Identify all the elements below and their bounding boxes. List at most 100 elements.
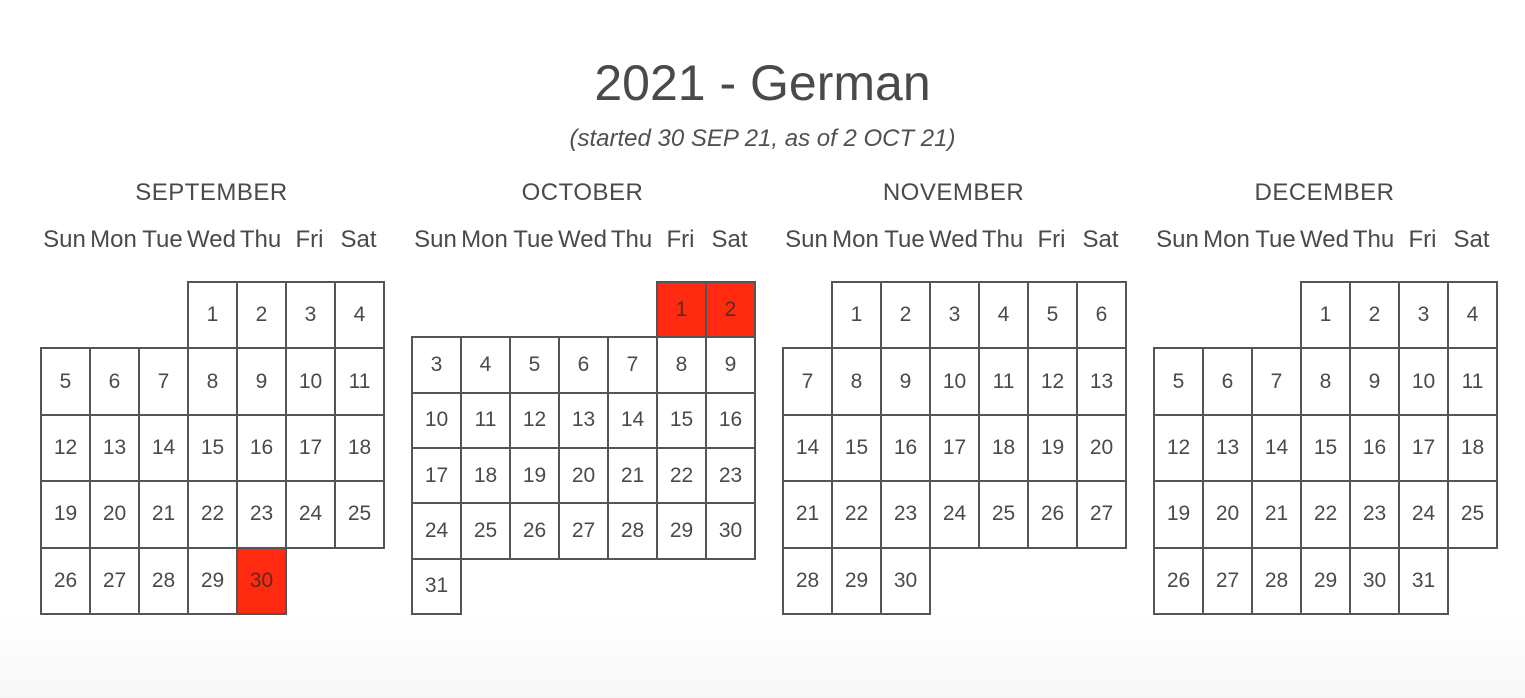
day-cell: 5 (509, 336, 560, 394)
weekday-label: Tue (1255, 226, 1296, 253)
day-cell: 12 (40, 413, 91, 483)
day-cell: 13 (89, 413, 140, 483)
day-cell: 23 (1349, 480, 1400, 549)
weekday-label: Thu (981, 226, 1024, 253)
day-cell: 22 (656, 447, 707, 505)
day-cell: 10 (1398, 347, 1449, 416)
weekday-label: Sun (414, 226, 457, 253)
day-cell: 21 (138, 480, 189, 549)
day-cell: 4 (1447, 281, 1498, 350)
weekday-label: Fri (295, 226, 324, 253)
day-cell: 1 (831, 281, 882, 350)
day-cell: 2 (880, 281, 931, 350)
weekday-label: Fri (666, 226, 695, 253)
day-cell: 11 (334, 347, 385, 416)
weekday-label: Wed (1300, 226, 1349, 253)
day-cell: 1 (187, 281, 238, 350)
day-cell: 24 (411, 502, 462, 560)
day-cell: 14 (138, 413, 189, 483)
day-cell: 25 (1447, 480, 1498, 549)
day-cell: 7 (782, 347, 833, 416)
day-cell: 24 (285, 480, 336, 549)
day-cell: 13 (558, 391, 609, 449)
day-cell: 9 (880, 347, 931, 416)
day-cell: 17 (285, 413, 336, 483)
day-cell: 12 (509, 391, 560, 449)
day-cell: 11 (460, 391, 511, 449)
day-cell-highlighted: 1 (656, 281, 707, 339)
day-cell: 12 (1153, 413, 1204, 483)
day-cell: 6 (1202, 347, 1253, 416)
day-cell: 23 (880, 480, 931, 549)
day-cell: 8 (187, 347, 238, 416)
day-cell: 7 (138, 347, 189, 416)
day-cell: 18 (1447, 413, 1498, 483)
day-cell: 19 (509, 447, 560, 505)
day-cell: 22 (187, 480, 238, 549)
weekday-label: Fri (1037, 226, 1066, 253)
weekday-label: Tue (513, 226, 554, 253)
weekday-label: Tue (884, 226, 925, 253)
day-cell: 16 (880, 413, 931, 483)
day-cell: 26 (1153, 546, 1204, 615)
day-cell: 23 (236, 480, 287, 549)
day-cell: 25 (460, 502, 511, 560)
month-name: DECEMBER (1254, 179, 1395, 206)
day-cell: 13 (1202, 413, 1253, 483)
weekday-label: Sat (1453, 226, 1490, 253)
day-cell: 29 (831, 546, 882, 615)
day-cell: 16 (705, 391, 756, 449)
day-cell: 3 (285, 281, 336, 350)
day-cell: 17 (1398, 413, 1449, 483)
day-cell: 9 (236, 347, 287, 416)
weekday-label: Sat (1082, 226, 1119, 253)
day-cell: 8 (1300, 347, 1351, 416)
day-cell: 22 (1300, 480, 1351, 549)
day-cell: 19 (1153, 480, 1204, 549)
day-cell: 28 (607, 502, 658, 560)
day-cell: 15 (1300, 413, 1351, 483)
weekday-label: Sat (711, 226, 748, 253)
day-cell: 3 (929, 281, 980, 350)
day-cell: 29 (1300, 546, 1351, 615)
day-cell: 15 (656, 391, 707, 449)
day-cell: 8 (831, 347, 882, 416)
day-cell: 27 (558, 502, 609, 560)
day-cell: 4 (334, 281, 385, 350)
month-name: OCTOBER (521, 179, 644, 206)
day-cell: 4 (978, 281, 1029, 350)
day-cell: 13 (1076, 347, 1127, 416)
day-cell: 10 (285, 347, 336, 416)
day-cell: 16 (236, 413, 287, 483)
day-cell: 5 (1153, 347, 1204, 416)
day-cell: 9 (705, 336, 756, 394)
day-cell: 7 (1251, 347, 1302, 416)
weekday-label: Sun (1156, 226, 1199, 253)
day-cell-highlighted: 30 (236, 546, 287, 615)
day-cell: 11 (1447, 347, 1498, 416)
day-cell: 6 (1076, 281, 1127, 350)
day-cell: 24 (1398, 480, 1449, 549)
weekday-label: Thu (1352, 226, 1395, 253)
day-cell: 14 (1251, 413, 1302, 483)
weekday-label: Wed (558, 226, 607, 253)
day-cell: 24 (929, 480, 980, 549)
day-cell: 2 (236, 281, 287, 350)
day-cell: 20 (89, 480, 140, 549)
weekday-label: Wed (929, 226, 978, 253)
day-cell: 19 (40, 480, 91, 549)
day-cell: 25 (978, 480, 1029, 549)
day-cell: 22 (831, 480, 882, 549)
day-cell: 26 (509, 502, 560, 560)
day-cell: 30 (705, 502, 756, 560)
day-cell: 17 (929, 413, 980, 483)
day-cell: 20 (1076, 413, 1127, 483)
day-cell: 27 (1076, 480, 1127, 549)
day-cell: 12 (1027, 347, 1078, 416)
day-cell: 20 (1202, 480, 1253, 549)
day-cell: 23 (705, 447, 756, 505)
weekday-label: Fri (1408, 226, 1437, 253)
page-title: 2021 - German (594, 55, 931, 111)
weekday-label: Mon (461, 226, 508, 253)
day-cell: 21 (607, 447, 658, 505)
